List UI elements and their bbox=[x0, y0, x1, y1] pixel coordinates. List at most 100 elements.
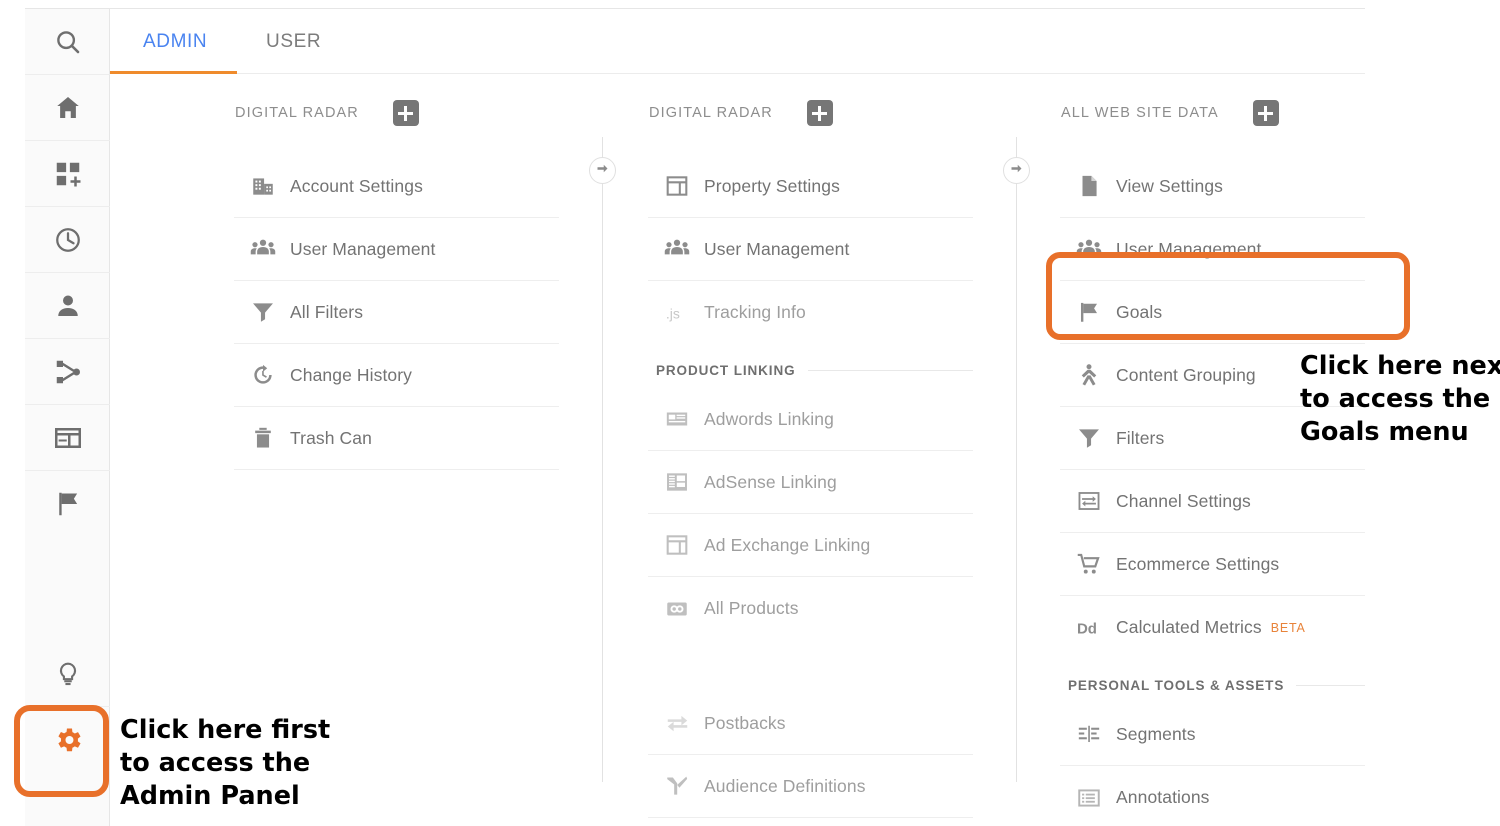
property-column-header: DIGITAL RADAR bbox=[648, 96, 973, 130]
account-rows: Account Settings User Management All Fil… bbox=[234, 155, 559, 470]
shopping-cart-icon bbox=[1060, 551, 1116, 577]
row-label: Segments bbox=[1116, 723, 1196, 744]
row-user-management[interactable]: User Management bbox=[1060, 218, 1365, 281]
admin-gear-icon bbox=[52, 724, 84, 756]
row-label: Content Grouping bbox=[1116, 364, 1256, 385]
row-channel-settings[interactable]: Channel Settings bbox=[1060, 470, 1365, 533]
acquisition-nav-item[interactable] bbox=[25, 339, 110, 405]
goals-note-line-1: Click here next bbox=[1300, 351, 1500, 381]
row-property-settings[interactable]: Property Settings bbox=[648, 155, 973, 218]
row-label: Annotations bbox=[1116, 787, 1210, 807]
dd-icon: Dd bbox=[1060, 615, 1116, 641]
js-icon: .js bbox=[648, 300, 704, 326]
row-tracking-info[interactable]: .js Tracking Info bbox=[648, 281, 973, 344]
row-adwords-linking[interactable]: Adwords Linking bbox=[648, 388, 973, 451]
row-label: Channel Settings bbox=[1116, 490, 1251, 511]
row-label: Adwords Linking bbox=[704, 408, 834, 429]
adsense-list-icon bbox=[648, 469, 704, 495]
tab-admin[interactable]: ADMIN bbox=[143, 9, 207, 74]
search-nav-item[interactable] bbox=[25, 9, 110, 75]
home-icon bbox=[53, 93, 83, 123]
row-label: Ecommerce Settings bbox=[1116, 553, 1280, 574]
discover-bulb-icon bbox=[54, 660, 82, 688]
row-label: User Management bbox=[290, 238, 436, 259]
row-goals[interactable]: Goals bbox=[1060, 281, 1365, 344]
discover-nav-item[interactable] bbox=[25, 641, 110, 707]
row-ad-exchange-linking[interactable]: Ad Exchange Linking bbox=[648, 514, 973, 577]
behavior-window-icon bbox=[53, 423, 83, 453]
row-label: All Products bbox=[704, 598, 799, 618]
annotations-icon bbox=[1060, 785, 1116, 811]
postbacks-sync-icon bbox=[648, 710, 704, 736]
row-calculated-metrics[interactable]: Dd Calculated Metrics BETA bbox=[1060, 596, 1365, 659]
view-column: ALL WEB SITE DATA View Settings User Man… bbox=[1060, 96, 1365, 826]
admin-note-line-3: Admin Panel bbox=[120, 781, 300, 812]
row-annotations[interactable]: Annotations bbox=[1060, 766, 1365, 826]
admin-note-line-1: Click here first bbox=[120, 715, 331, 745]
building-icon bbox=[234, 173, 290, 199]
row-change-history[interactable]: Change History bbox=[234, 344, 559, 407]
create-view-button[interactable] bbox=[1252, 100, 1279, 126]
row-adsense-linking[interactable]: AdSense Linking bbox=[648, 451, 973, 514]
row-all-filters[interactable]: All Filters bbox=[234, 281, 559, 344]
row-label: Property Settings bbox=[704, 175, 840, 196]
behavior-nav-item[interactable] bbox=[25, 405, 110, 471]
tab-active-underline bbox=[110, 71, 237, 74]
section-title: PERSONAL TOOLS & ASSETS bbox=[1068, 677, 1285, 693]
row-all-products[interactable]: All Products bbox=[648, 577, 973, 640]
property-name-label: DIGITAL RADAR bbox=[649, 105, 773, 121]
layout-panel-icon bbox=[648, 173, 704, 199]
row-audience-definitions[interactable]: Audience Definitions bbox=[648, 755, 973, 818]
layout-panel-icon bbox=[648, 532, 704, 558]
property-to-view-arrow-button[interactable] bbox=[1003, 157, 1030, 184]
section-divider-rule bbox=[1296, 684, 1365, 686]
tab-user[interactable]: USER bbox=[266, 9, 321, 74]
acquisition-share-icon bbox=[53, 357, 83, 387]
row-user-management[interactable]: User Management bbox=[648, 218, 973, 281]
row-user-management[interactable]: User Management bbox=[234, 218, 559, 281]
all-products-link-icon bbox=[648, 596, 704, 622]
row-segments[interactable]: Segments bbox=[1060, 703, 1365, 766]
flag-icon bbox=[1060, 299, 1116, 325]
content-grouping-icon bbox=[1060, 362, 1116, 388]
row-ecommerce-settings[interactable]: Ecommerce Settings bbox=[1060, 533, 1365, 596]
row-account-settings[interactable]: Account Settings bbox=[234, 155, 559, 218]
row-label: AdSense Linking bbox=[704, 471, 837, 492]
conversions-flag-icon bbox=[53, 489, 83, 519]
conversions-nav-item[interactable] bbox=[25, 471, 110, 537]
property-view-divider bbox=[1016, 137, 1017, 782]
audience-nav-item[interactable] bbox=[25, 273, 110, 339]
row-label: View Settings bbox=[1116, 175, 1224, 196]
property-section-gap bbox=[648, 640, 973, 692]
create-account-button[interactable] bbox=[392, 100, 419, 126]
row-label: Audience Definitions bbox=[704, 775, 866, 796]
arrow-right-icon bbox=[595, 161, 610, 181]
section-title: PRODUCT LINKING bbox=[656, 362, 796, 378]
row-postbacks[interactable]: Postbacks bbox=[648, 692, 973, 755]
row-label: Change History bbox=[290, 364, 413, 385]
tab-user-label: USER bbox=[266, 30, 322, 52]
google-analytics-admin-screen: ADMIN USER DIGITAL RADAR Account Setting… bbox=[0, 0, 1500, 826]
funnel-icon bbox=[1060, 425, 1116, 451]
realtime-clock-icon bbox=[53, 225, 83, 255]
section-divider-rule bbox=[807, 369, 973, 371]
row-label: Tracking Info bbox=[704, 302, 806, 322]
row-view-settings[interactable]: View Settings bbox=[1060, 155, 1365, 218]
property-rows: Property Settings User Management .js Tr… bbox=[648, 155, 973, 818]
audience-person-icon bbox=[53, 291, 83, 321]
admin-annotation-note: Click here first to access the Admin Pan… bbox=[120, 714, 350, 813]
account-to-property-arrow-button[interactable] bbox=[589, 157, 616, 184]
search-icon bbox=[53, 27, 83, 57]
tab-admin-label: ADMIN bbox=[143, 30, 208, 52]
row-trash-can[interactable]: Trash Can bbox=[234, 407, 559, 470]
funnel-icon bbox=[234, 299, 290, 325]
create-property-button[interactable] bbox=[806, 100, 833, 126]
people-group-icon bbox=[234, 236, 290, 262]
audience-branch-icon bbox=[648, 773, 704, 799]
row-label: User Management bbox=[704, 238, 850, 259]
goals-annotation-note: Click here next to access the Goals menu bbox=[1300, 350, 1500, 449]
customization-nav-item[interactable] bbox=[25, 141, 110, 207]
admin-nav-item[interactable] bbox=[25, 707, 110, 773]
realtime-nav-item[interactable] bbox=[25, 207, 110, 273]
home-nav-item[interactable] bbox=[25, 75, 110, 141]
